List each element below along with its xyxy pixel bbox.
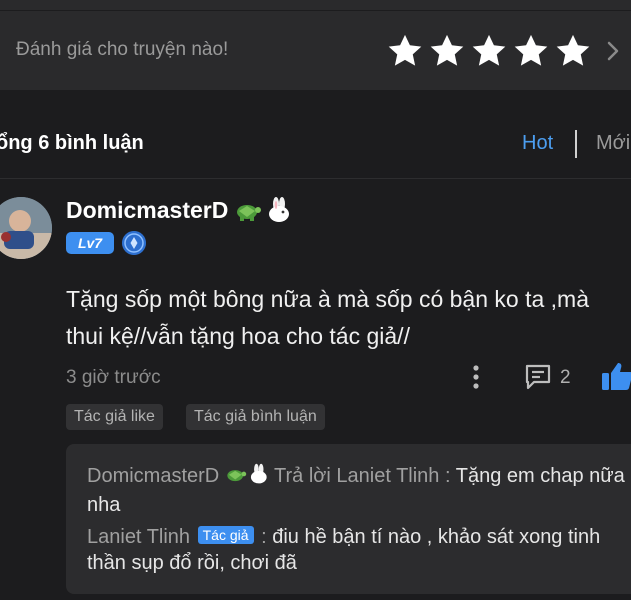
tag-author-like: Tác giả like — [66, 404, 163, 430]
level-badge: Lv7 — [66, 232, 114, 254]
comment-count: ổng 6 bình luận — [0, 132, 144, 154]
avatar-image — [0, 197, 52, 259]
star-icon[interactable] — [512, 32, 550, 70]
turtle-icon — [237, 205, 261, 221]
comment-time: 3 giờ trước — [66, 367, 161, 388]
star-icon[interactable] — [554, 32, 592, 70]
reply-icon[interactable] — [523, 363, 553, 391]
reply-username[interactable]: Laniet Tlinh — [87, 526, 190, 548]
comments-header: ổng 6 bình luận Hot Mới — [0, 90, 631, 179]
thumbs-up-icon[interactable] — [600, 360, 631, 392]
comment-username[interactable]: DomicmasterD — [66, 197, 228, 224]
rating-stars[interactable] — [386, 32, 592, 70]
turtle-icon — [227, 470, 247, 482]
reply-item: DomicmasterD Trả lời Laniet Tlinh : Tặng… — [87, 463, 631, 518]
reply-box[interactable]: DomicmasterD Trả lời Laniet Tlinh : Tặng… — [66, 444, 631, 594]
reply-action: Trả lời Laniet Tlinh : — [274, 465, 451, 487]
more-options-icon[interactable] — [466, 363, 486, 391]
reply-count: 2 — [560, 367, 571, 388]
tab-divider — [575, 130, 577, 158]
vip-shield-icon — [122, 231, 146, 255]
avatar[interactable] — [0, 197, 52, 259]
rating-prompt: Đánh giá cho truyện nào! — [16, 39, 229, 60]
reply-separator: : — [261, 526, 267, 548]
rabbit-icon — [250, 463, 267, 484]
star-icon[interactable] — [386, 32, 424, 70]
top-strip — [0, 0, 631, 10]
rabbit-icon — [269, 197, 289, 222]
tab-hot[interactable]: Hot — [522, 132, 553, 155]
reply-username[interactable]: DomicmasterD — [87, 465, 219, 487]
author-tag-badge: Tác giả — [197, 526, 254, 544]
reply-item: Laniet Tlinh Tác giả : điu hề bận tí nào… — [87, 524, 631, 576]
comment-text: Tặng sốp một bông nữa à mà sốp có bận ko… — [66, 286, 589, 349]
reply-badges — [225, 463, 269, 492]
rating-bar[interactable]: Đánh giá cho truyện nào! — [0, 10, 631, 91]
user-badges — [234, 196, 292, 224]
chevron-right-icon[interactable] — [603, 39, 623, 63]
star-icon[interactable] — [470, 32, 508, 70]
star-icon[interactable] — [428, 32, 466, 70]
tab-new[interactable]: Mới — [596, 132, 630, 155]
tag-author-comment: Tác giả bình luận — [186, 404, 325, 430]
